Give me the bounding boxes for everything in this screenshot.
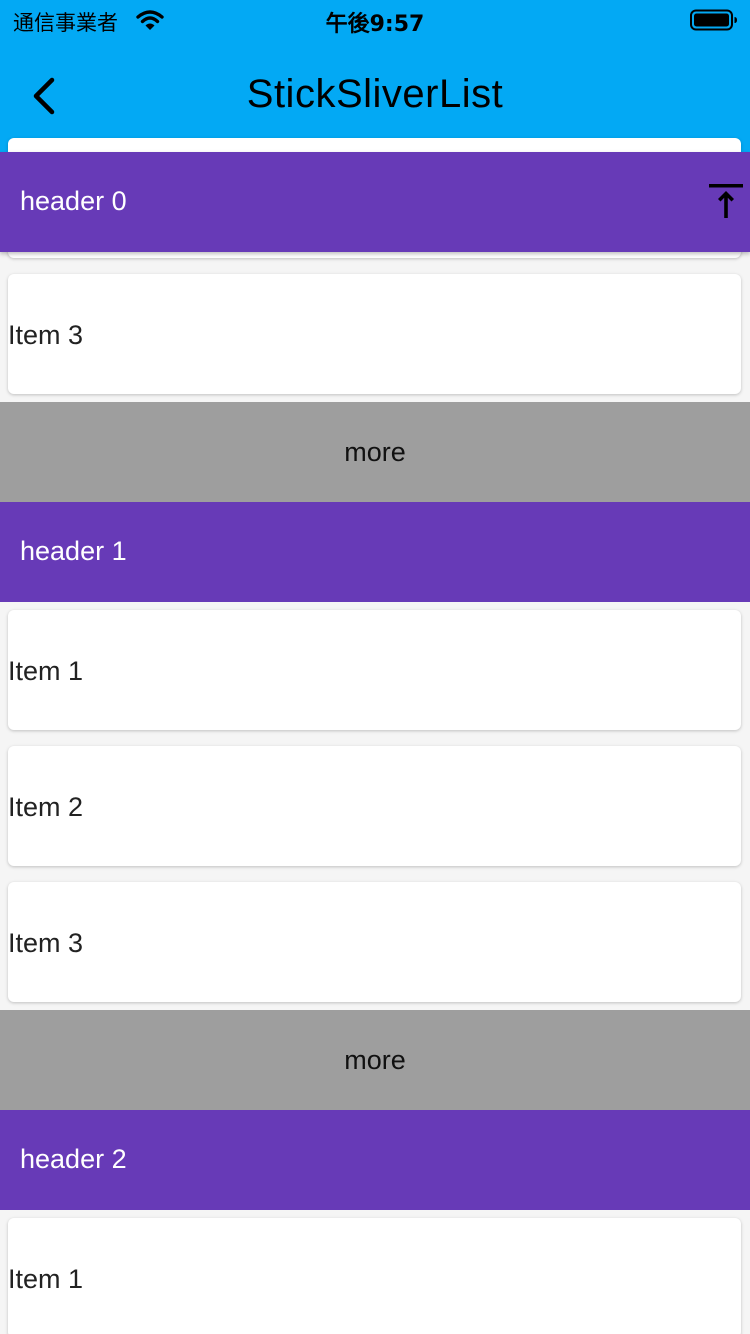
- vertical-align-top-icon: [709, 184, 743, 218]
- section-header-label: header 1: [20, 536, 127, 566]
- list-item[interactable]: Item 1: [8, 610, 741, 730]
- list-item[interactable]: Item 3: [8, 882, 741, 1002]
- more-button[interactable]: more: [0, 402, 750, 502]
- clock: 午後9:57: [325, 12, 425, 37]
- list-item-label: Item 1: [8, 1264, 84, 1294]
- list-item[interactable]: Item 1: [8, 1218, 741, 1334]
- list-item[interactable]: Item 2: [8, 746, 741, 866]
- section-header: header 0: [0, 152, 750, 252]
- more-button[interactable]: more: [0, 1010, 750, 1110]
- section-header-label: header 2: [20, 1144, 127, 1174]
- battery-full-icon: [690, 9, 737, 31]
- list-item-label: Item 1: [8, 656, 84, 686]
- page-title: StickSliverList: [246, 72, 504, 116]
- list-item[interactable]: Item 3: [8, 274, 741, 394]
- list-item-label: Item 2: [8, 792, 84, 822]
- section-header-label: header 0: [20, 186, 127, 216]
- section-header: header 1: [0, 502, 750, 602]
- scroll-to-top-button[interactable]: [706, 182, 746, 222]
- more-label: more: [344, 437, 406, 467]
- app-bar: StickSliverList: [0, 40, 750, 152]
- more-label: more: [344, 1045, 406, 1075]
- status-bar: 通信事業者 午後9:57: [0, 0, 750, 40]
- section-header: header 2: [0, 1110, 750, 1210]
- list-item-label: Item 3: [8, 320, 84, 350]
- list-item-label: Item 3: [8, 928, 84, 958]
